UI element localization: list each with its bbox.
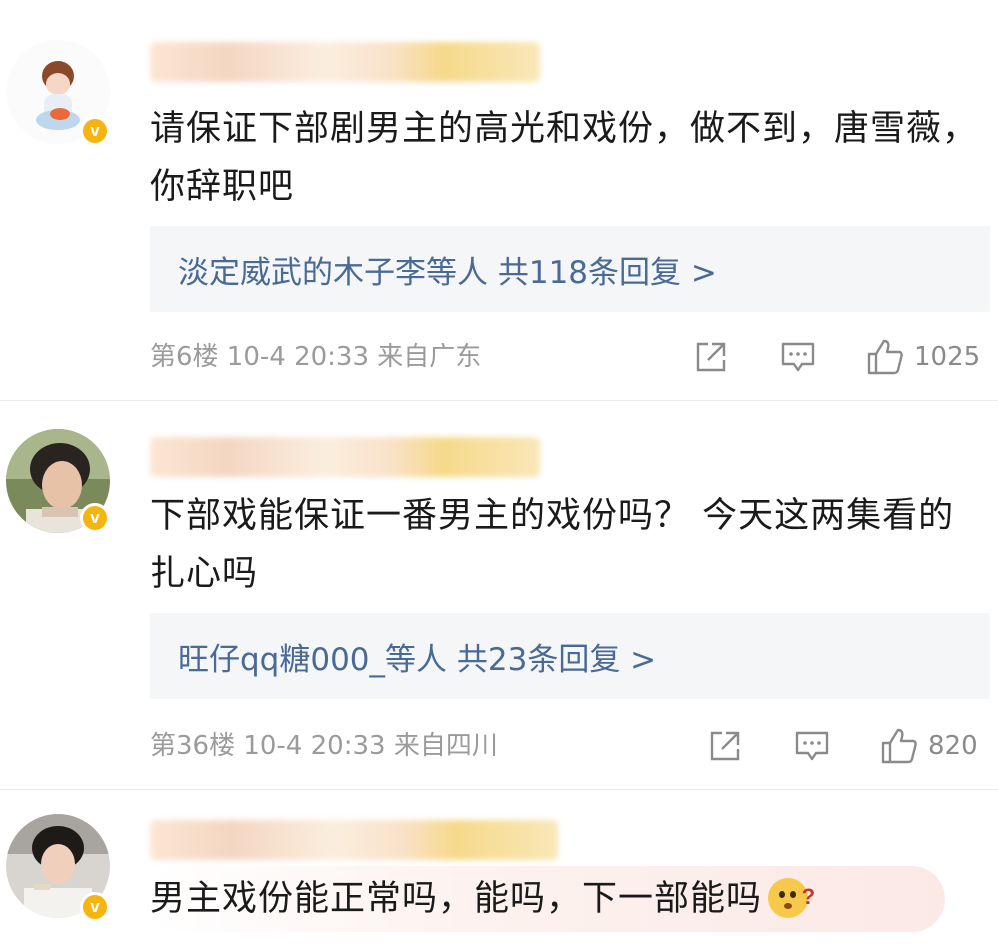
replies-label: 旺仔qq糖000_等人 共23条回复 > — [178, 641, 657, 678]
share-button[interactable] — [694, 340, 728, 374]
comment-button[interactable] — [794, 729, 830, 763]
username-blurred[interactable] — [150, 42, 540, 82]
comment-text-content: 男主戏份能正常吗，能吗，下一部能吗 — [150, 879, 763, 919]
replies-label: 淡定威武的木子李等人 共118条回复 > — [178, 254, 717, 291]
comment-icon — [781, 342, 815, 372]
comment-text: 男主戏份能正常吗，能吗，下一部能吗? — [150, 870, 980, 928]
verified-badge: v — [80, 503, 110, 533]
replies-link[interactable]: 淡定威武的木子李等人 共118条回复 > — [150, 226, 990, 312]
comment-text: 下部戏能保证一番男主的戏份吗？ 今天这两集看的扎心吗 — [150, 496, 955, 594]
thumbs-up-icon — [867, 339, 903, 375]
username-blurred[interactable] — [150, 820, 558, 860]
like-button[interactable]: 1025 — [866, 338, 980, 376]
comment-icon — [795, 731, 829, 761]
like-count: 1025 — [914, 342, 981, 372]
share-icon — [710, 731, 740, 761]
share-icon — [696, 342, 726, 372]
comment-text: 请保证下部剧男主的高光和戏份，做不到，唐雪薇，你辞职吧 — [150, 109, 979, 207]
comment-button[interactable] — [780, 340, 816, 374]
verified-badge: v — [80, 892, 110, 922]
confused-emoji-icon: ? — [768, 878, 815, 918]
username-blurred[interactable] — [150, 437, 540, 477]
comment-meta: 第36楼 10-4 20:33 来自四川 — [150, 731, 498, 761]
share-button[interactable] — [708, 729, 742, 763]
verified-badge: v — [80, 116, 110, 146]
comment-meta: 第6楼 10-4 20:33 来自广东 — [150, 342, 482, 372]
comment-item: v 男主戏份能正常吗，能吗，下一部能吗? — [0, 790, 998, 948]
like-count: 820 — [928, 731, 978, 761]
comment-item: v 下部戏能保证一番男主的戏份吗？ 今天这两集看的扎心吗 旺仔qq糖000_等人… — [0, 401, 998, 789]
like-button[interactable]: 820 — [880, 727, 978, 765]
comment-item: v 请保证下部剧男主的高光和戏份，做不到，唐雪薇，你辞职吧 淡定威武的木子李等人… — [0, 0, 998, 400]
thumbs-up-icon — [881, 728, 917, 764]
replies-link[interactable]: 旺仔qq糖000_等人 共23条回复 > — [150, 613, 990, 699]
